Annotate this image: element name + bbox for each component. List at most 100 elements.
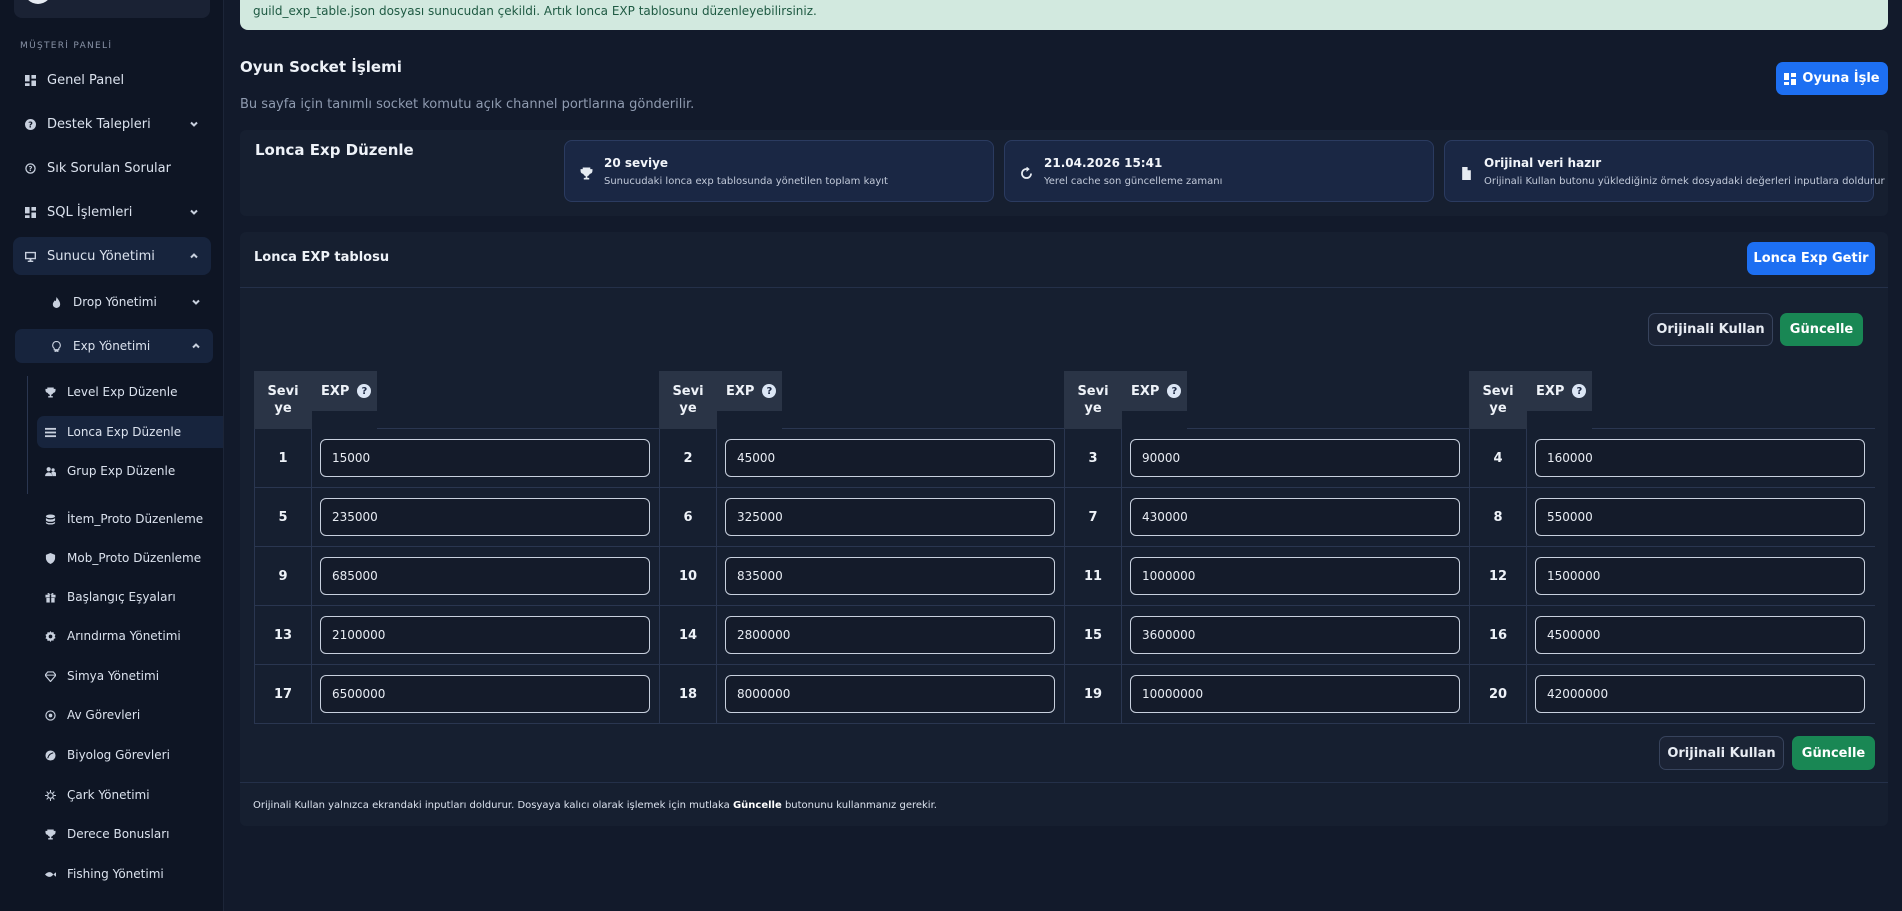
sidebar-item-destek-talepleri[interactable]: ? Destek Talepleri bbox=[13, 105, 211, 143]
shield-icon bbox=[44, 552, 57, 565]
help-icon[interactable]: ? bbox=[1572, 384, 1587, 398]
stat-card-cache-time: 21.04.2026 15:41 Yerel cache son güncell… bbox=[1004, 140, 1434, 202]
table-row: 4 bbox=[1469, 429, 1875, 488]
tree-line bbox=[27, 376, 28, 494]
sidebar-item-label: Mob_Proto Düzenleme bbox=[67, 551, 202, 565]
update-button-top[interactable]: Güncelle bbox=[1780, 313, 1863, 346]
exp-input[interactable] bbox=[1130, 675, 1460, 713]
sidebar-item-grup-exp[interactable]: Grup Exp Düzenle bbox=[37, 455, 223, 487]
footnote-text: Orijinali Kullan yalnızca ekrandaki inpu… bbox=[253, 800, 730, 811]
chevron-down-icon bbox=[191, 297, 201, 307]
exp-input[interactable] bbox=[1130, 616, 1460, 654]
sidebar-item-genel-panel[interactable]: Genel Panel bbox=[13, 61, 211, 99]
sidebar-item-item-proto[interactable]: İtem_Proto Düzenleme bbox=[13, 502, 211, 536]
level-cell: 3 bbox=[1064, 429, 1122, 487]
sidebar-item-drop-yonetimi[interactable]: Drop Yönetimi bbox=[15, 285, 213, 319]
stat-description: Sunucudaki lonca exp tablosunda yönetile… bbox=[604, 176, 888, 187]
stat-title: 21.04.2026 15:41 bbox=[1044, 156, 1163, 170]
header-exp: EXP? bbox=[312, 371, 377, 411]
stat-description: Yerel cache son güncelleme zamanı bbox=[1044, 176, 1223, 187]
header-exp: EXP? bbox=[1122, 371, 1187, 411]
level-cell: 8 bbox=[1469, 488, 1527, 546]
sidebar-item-label: Başlangıç Eşyaları bbox=[67, 590, 176, 604]
exp-input[interactable] bbox=[725, 498, 1055, 536]
table-row: 15 bbox=[1064, 606, 1470, 665]
summary-title: Lonca Exp Düzenle bbox=[255, 141, 414, 159]
sidebar-item-label: Biyolog Görevleri bbox=[67, 748, 170, 762]
exp-input[interactable] bbox=[320, 557, 650, 595]
sidebar-item-biyolog[interactable]: Biyolog Görevleri bbox=[13, 738, 211, 772]
exp-input[interactable] bbox=[320, 675, 650, 713]
exp-input[interactable] bbox=[725, 616, 1055, 654]
exp-input[interactable] bbox=[1535, 439, 1865, 477]
svg-text:?: ? bbox=[28, 119, 33, 129]
table-row: 10 bbox=[659, 547, 1065, 606]
fetch-guild-exp-button[interactable]: Lonca Exp Getir bbox=[1747, 242, 1875, 275]
dashboard-icon bbox=[24, 74, 37, 87]
header-level: Seviye bbox=[1469, 371, 1527, 429]
help-icon[interactable]: ? bbox=[762, 384, 777, 398]
sidebar-item-label: Sunucu Yönetimi bbox=[47, 248, 155, 264]
gear-icon bbox=[44, 630, 57, 643]
exp-input[interactable] bbox=[725, 557, 1055, 595]
level-cell: 6 bbox=[659, 488, 717, 546]
sidebar-item-label: Drop Yönetimi bbox=[73, 295, 157, 309]
table-row: 7 bbox=[1064, 488, 1470, 547]
exp-input[interactable] bbox=[725, 439, 1055, 477]
stat-card-original-data: Orijinal veri hazır Orijinali Kullan but… bbox=[1444, 140, 1885, 202]
sidebar-item-baslangic-esyalari[interactable]: Başlangıç Eşyaları bbox=[13, 580, 211, 614]
sidebar-item-cark[interactable]: Çark Yönetimi bbox=[13, 778, 211, 812]
exp-input[interactable] bbox=[320, 439, 650, 477]
table-row: 20 bbox=[1469, 665, 1875, 724]
trophy-icon bbox=[44, 828, 57, 841]
level-cell: 9 bbox=[254, 547, 312, 605]
use-original-button-top[interactable]: Orijinali Kullan bbox=[1648, 313, 1773, 346]
sidebar-item-lonca-exp[interactable]: Lonca Exp Düzenle bbox=[37, 416, 223, 448]
question-icon: ? bbox=[24, 162, 37, 175]
sidebar-item-sunucu-yonetimi[interactable]: Sunucu Yönetimi bbox=[13, 237, 211, 275]
level-cell: 1 bbox=[254, 429, 312, 487]
chevron-up-icon bbox=[189, 251, 199, 261]
exp-input[interactable] bbox=[1535, 557, 1865, 595]
sidebar-item-simya[interactable]: Simya Yönetimi bbox=[13, 659, 211, 693]
lightbulb-icon bbox=[50, 340, 63, 353]
sidebar-item-sss[interactable]: ? Sık Sorulan Sorular bbox=[13, 149, 211, 187]
exp-input[interactable] bbox=[320, 616, 650, 654]
sidebar-item-label: Sık Sorulan Sorular bbox=[47, 160, 171, 176]
sidebar-item-av-gorevleri[interactable]: Av Görevleri bbox=[13, 698, 211, 732]
push-to-game-button[interactable]: Oyuna İşle bbox=[1776, 62, 1888, 95]
exp-input[interactable] bbox=[1130, 498, 1460, 536]
level-cell: 19 bbox=[1064, 665, 1122, 723]
table-row: 1 bbox=[254, 429, 660, 488]
header-level: Seviye bbox=[254, 371, 312, 429]
help-icon[interactable]: ? bbox=[1167, 384, 1182, 398]
leaf-icon bbox=[44, 749, 57, 762]
use-original-button-bottom[interactable]: Orijinali Kullan bbox=[1659, 736, 1784, 770]
sidebar-item-level-exp[interactable]: Level Exp Düzenle bbox=[37, 376, 223, 408]
page-subtitle: Bu sayfa için tanımlı socket komutu açık… bbox=[240, 97, 695, 112]
sidebar-item-derece-bonuslari[interactable]: Derece Bonusları bbox=[13, 817, 211, 851]
header-exp-label: EXP bbox=[321, 383, 350, 399]
sidebar-item-label: Destek Talepleri bbox=[47, 116, 151, 132]
exp-input[interactable] bbox=[1130, 557, 1460, 595]
sidebar-item-fishing[interactable]: Fishing Yönetimi bbox=[13, 857, 211, 891]
sidebar-item-arindirma[interactable]: Arındırma Yönetimi bbox=[13, 619, 211, 653]
sidebar-item-label: Çark Yönetimi bbox=[67, 788, 150, 802]
exp-input[interactable] bbox=[320, 498, 650, 536]
exp-input[interactable] bbox=[1535, 616, 1865, 654]
exp-input[interactable] bbox=[1535, 498, 1865, 536]
sidebar-item-exp-yonetimi[interactable]: Exp Yönetimi bbox=[15, 329, 213, 363]
page-title: Oyun Socket İşlemi bbox=[240, 58, 402, 76]
sidebar-item-sql-islemleri[interactable]: SQL İşlemleri bbox=[13, 193, 211, 231]
divider bbox=[240, 782, 1888, 783]
exp-input[interactable] bbox=[1535, 675, 1865, 713]
exp-input[interactable] bbox=[1130, 439, 1460, 477]
exp-input[interactable] bbox=[725, 675, 1055, 713]
success-alert: guild_exp_table.json dosyası sunucudan ç… bbox=[240, 0, 1888, 30]
help-icon[interactable]: ? bbox=[357, 384, 372, 398]
update-button-bottom[interactable]: Güncelle bbox=[1792, 736, 1875, 770]
sidebar-item-mob-proto[interactable]: Mob_Proto Düzenleme bbox=[13, 541, 211, 575]
summary-panel: Lonca Exp Düzenle 20 seviye Sunucudaki l… bbox=[240, 130, 1888, 216]
sidebar-item-label: Av Görevleri bbox=[67, 708, 141, 722]
stat-card-level-count: 20 seviye Sunucudaki lonca exp tablosund… bbox=[564, 140, 994, 202]
